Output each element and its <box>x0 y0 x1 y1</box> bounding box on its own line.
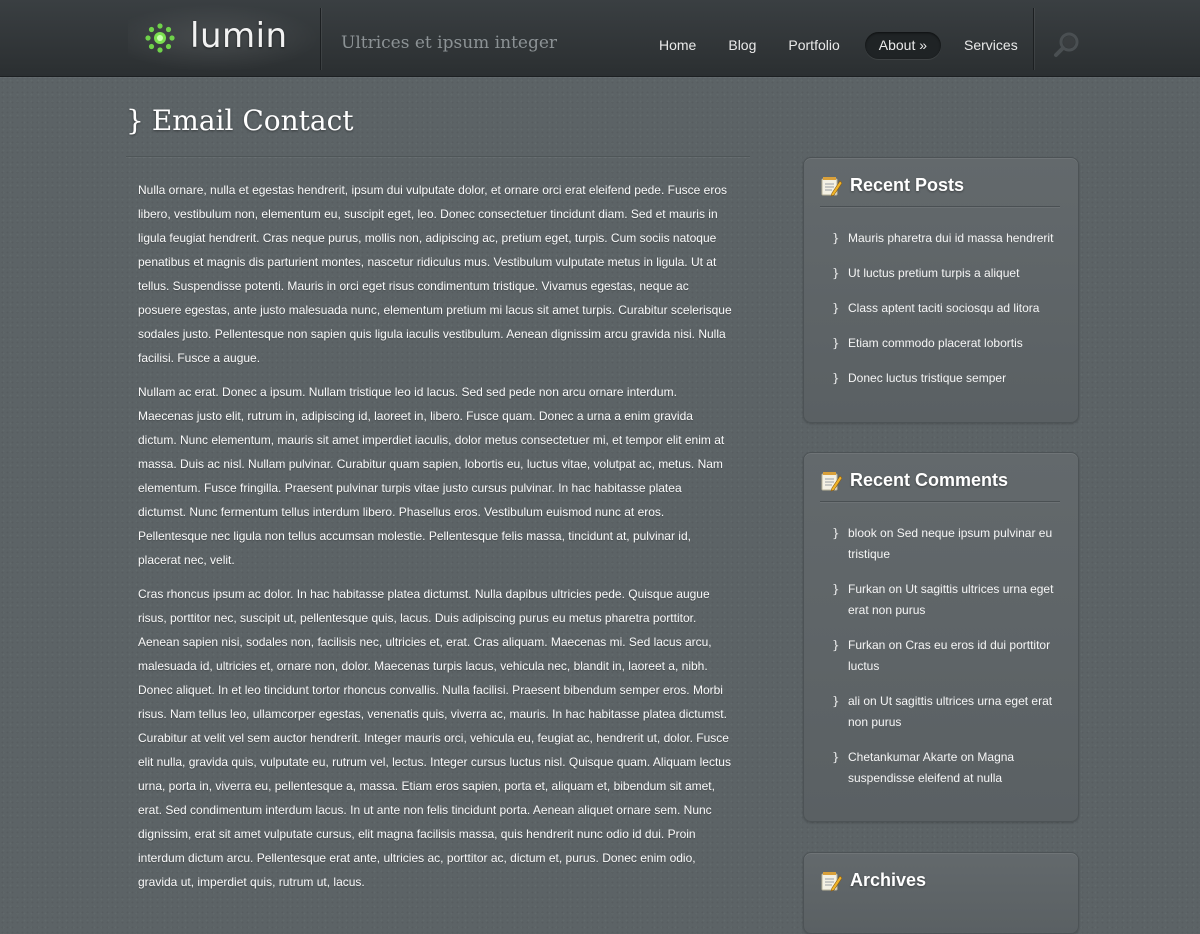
logo-text: lumin <box>190 16 288 56</box>
post-link[interactable]: Class aptent taciti sociosqu ad litora <box>848 301 1039 315</box>
header-divider <box>320 8 321 70</box>
page-title-text: Email Contact <box>151 104 354 137</box>
widget-header: Archives <box>804 853 1078 903</box>
bullet: } <box>832 638 840 652</box>
comment-link[interactable]: ali on Ut sagittis ultrices urna eget er… <box>848 694 1052 729</box>
list-item[interactable]: } Ut luctus pretium turpis a aliquet <box>804 263 1078 284</box>
page-title: } Email Contact <box>126 104 354 137</box>
list-item[interactable]: } Mauris pharetra dui id massa hendrerit <box>804 228 1078 249</box>
widget-title: Archives <box>850 870 927 890</box>
comment-link[interactable]: Furkan on Ut sagittis ultrices urna eget… <box>848 582 1053 617</box>
post-link[interactable]: Ut luctus pretium turpis a aliquet <box>848 266 1019 280</box>
title-brace: } <box>126 104 144 137</box>
list-item[interactable]: } Chetankumar Akarte on Magna suspendisse… <box>804 747 1078 789</box>
bullet: } <box>832 301 840 315</box>
comment-link[interactable]: Furkan on Cras eu eros id dui porttitor … <box>848 638 1050 673</box>
title-divider <box>126 156 750 157</box>
bullet: } <box>832 526 840 540</box>
bullet: } <box>832 582 840 596</box>
nav-item-blog[interactable]: Blog <box>713 32 771 59</box>
bullet: } <box>832 371 840 385</box>
list-item[interactable]: } Donec luctus tristique semper <box>804 368 1078 389</box>
notepad-pencil-icon <box>821 872 842 892</box>
comment-link[interactable]: blook on Sed neque ipsum pulvinar eu tri… <box>848 526 1052 561</box>
widget-title: Recent Posts <box>850 175 965 195</box>
bullet: } <box>832 750 840 764</box>
widget-title: Recent Comments <box>850 470 1009 490</box>
archives-widget: Archives <box>803 852 1079 934</box>
bullet: } <box>832 336 840 350</box>
post-link[interactable]: Etiam commodo placerat lobortis <box>848 336 1023 350</box>
list-item[interactable]: } Furkan on Ut sagittis ultrices urna ege… <box>804 579 1078 621</box>
main-content: Nulla ornare, nulla et egestas hendrerit… <box>138 178 732 904</box>
list-item[interactable]: } Etiam commodo placerat lobortis <box>804 333 1078 354</box>
recent-comments-widget: Recent Comments } blook on Sed neque ipsu… <box>803 452 1079 822</box>
site-tagline: Ultrices et ipsum integer <box>341 33 558 53</box>
recent-posts-widget: Recent Posts } Mauris pharetra dui id mas… <box>803 157 1079 423</box>
post-link[interactable]: Mauris pharetra dui id massa hendrerit <box>848 231 1053 245</box>
content-paragraph: Nulla ornare, nulla et egestas hendrerit… <box>138 183 732 365</box>
list-item[interactable]: } blook on Sed neque ipsum pulvinar eu tr… <box>804 523 1078 565</box>
recent-comments-list: } blook on Sed neque ipsum pulvinar eu tr… <box>804 503 1078 789</box>
content-paragraph: Nullam ac erat. Donec a ipsum. Nullam tr… <box>138 385 725 567</box>
logo-mark-icon <box>145 23 175 53</box>
list-item[interactable]: } ali on Ut sagittis ultrices urna eget e… <box>804 691 1078 733</box>
comment-link[interactable]: Chetankumar Akarte on Magna suspendisse … <box>848 750 1014 785</box>
nav-item-about[interactable]: About » <box>864 32 942 59</box>
search-icon[interactable] <box>1052 30 1082 60</box>
list-item[interactable]: } Class aptent taciti sociosqu ad litora <box>804 298 1078 319</box>
site-header: lumin Ultrices et ipsum integer Home Blo… <box>0 0 1200 77</box>
content-paragraph: Cras rhoncus ipsum ac dolor. In hac habi… <box>138 587 731 889</box>
nav-item-services[interactable]: Services <box>949 32 1033 59</box>
main-nav: Home Blog Portfolio About » Services <box>644 32 1035 59</box>
nav-item-portfolio[interactable]: Portfolio <box>773 32 854 59</box>
post-link[interactable]: Donec luctus tristique semper <box>848 371 1006 385</box>
nav-item-home[interactable]: Home <box>644 32 711 59</box>
notepad-pencil-icon <box>821 177 842 197</box>
bullet: } <box>832 694 840 708</box>
notepad-pencil-icon <box>821 472 842 492</box>
widget-divider <box>820 501 1060 502</box>
list-item[interactable]: } Furkan on Cras eu eros id dui porttitor… <box>804 635 1078 677</box>
widget-header: Recent Comments <box>804 453 1078 503</box>
widget-divider <box>820 206 1060 207</box>
recent-posts-list: } Mauris pharetra dui id massa hendrerit … <box>804 208 1078 389</box>
bullet: } <box>832 231 840 245</box>
header-divider <box>1033 8 1034 70</box>
bullet: } <box>832 266 840 280</box>
site-logo[interactable]: lumin <box>128 4 320 72</box>
widget-header: Recent Posts <box>804 158 1078 208</box>
